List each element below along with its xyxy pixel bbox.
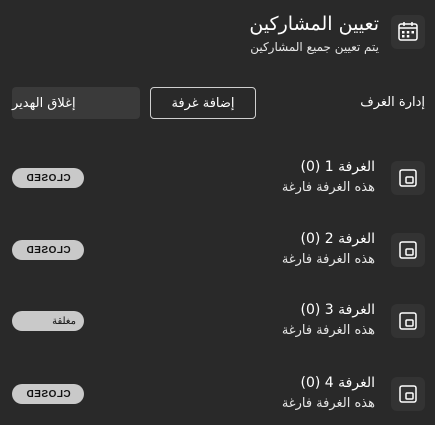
room-status: هذه الغرفة فارغة	[281, 180, 375, 195]
room-icon	[391, 233, 425, 267]
room-status: هذه الغرفة فارغة	[281, 323, 375, 338]
header-title: تعيين المشاركين	[249, 13, 379, 35]
room-status: هذه الغرفة فارغة	[281, 396, 375, 411]
room-closed-badge: CLOSED	[12, 240, 84, 260]
room-icon	[391, 161, 425, 195]
room-icon	[391, 304, 425, 338]
room-title: الغرفة 4 (0)	[300, 375, 375, 391]
room-closed-badge: CLOSED	[12, 384, 84, 404]
room-row[interactable]: الغرفة 2 (0) هذه الغرفة فارغة CLOSED	[0, 230, 435, 278]
assign-participants-header: تعيين المشاركين يتم تعيين جميع المشاركين	[0, 12, 435, 62]
room-title: الغرفة 1 (0)	[300, 159, 375, 175]
room-row[interactable]: الغرفة 4 (0) هذه الغرفة فارغة CLOSED	[0, 374, 435, 422]
room-row[interactable]: الغرفة 3 (0) هذه الغرفة فارغة مغلقة	[0, 301, 435, 349]
room-title: الغرفة 2 (0)	[300, 231, 375, 247]
room-status: هذه الغرفة فارغة	[281, 252, 375, 267]
rooms-toolbar: إدارة الغرف إضافة غرفة إغلاق الهدير	[0, 87, 435, 121]
close-lobby-button[interactable]: إغلاق الهدير	[12, 87, 140, 119]
header-subtitle: يتم تعيين جميع المشاركين	[250, 40, 379, 54]
room-closed-badge: مغلقة	[12, 311, 84, 331]
room-row[interactable]: الغرفة 1 (0) هذه الغرفة فارغة CLOSED	[0, 158, 435, 206]
room-closed-badge: CLOSED	[12, 168, 84, 188]
room-icon	[391, 377, 425, 411]
add-room-button[interactable]: إضافة غرفة	[150, 87, 256, 119]
room-title: الغرفة 3 (0)	[300, 302, 375, 318]
manage-rooms-label: إدارة الغرف	[360, 95, 425, 110]
assign-participants-icon[interactable]	[391, 15, 425, 49]
